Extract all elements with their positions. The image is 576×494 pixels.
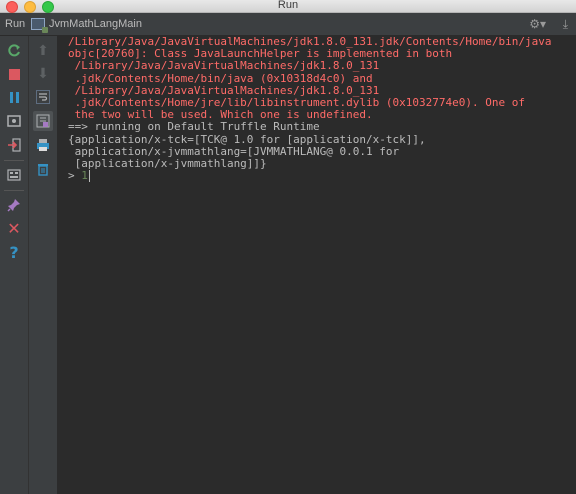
- window-titlebar: Run: [0, 0, 576, 13]
- console-error-line: /Library/Java/JavaVirtualMachines/jdk1.8…: [68, 59, 380, 73]
- run-toolbar-secondary: ⬆ ⬇: [29, 36, 58, 494]
- layout-icon[interactable]: [4, 165, 24, 185]
- hide-panel-icon[interactable]: ⤓: [563, 17, 568, 32]
- scroll-to-end-icon[interactable]: [33, 111, 53, 131]
- trash-icon[interactable]: [33, 159, 53, 179]
- console-input-line[interactable]: > 1: [58, 169, 576, 183]
- close-icon[interactable]: ✕: [4, 219, 24, 239]
- toolbar-divider: [4, 160, 24, 161]
- rerun-icon[interactable]: [4, 41, 24, 61]
- down-arrow-icon[interactable]: ⬇: [33, 64, 53, 84]
- console-output-line: [application/x-jvmmathlang]]}: [68, 157, 267, 171]
- settings-gear-icon[interactable]: ⚙▾: [529, 17, 546, 31]
- console-output-line: {application/x-tck=[TCK@ 1.0 for [applic…: [68, 132, 426, 146]
- toolbar-divider: [4, 190, 24, 191]
- exit-icon[interactable]: [4, 135, 24, 155]
- application-config-icon: [31, 18, 48, 33]
- console-error-line: .jdk/Contents/Home/bin/java (0x10318d4c0…: [68, 71, 373, 85]
- dump-threads-icon[interactable]: [4, 111, 24, 131]
- run-toolbar-primary: ✕ ?: [0, 36, 29, 494]
- pause-icon[interactable]: [4, 87, 24, 107]
- stop-icon[interactable]: [4, 64, 24, 84]
- window-title: Run: [277, 0, 299, 11]
- text-caret: [88, 170, 90, 183]
- soft-wrap-icon[interactable]: [33, 87, 53, 107]
- console-output[interactable]: /Library/Java/JavaVirtualMachines/jdk1.8…: [58, 36, 576, 494]
- up-arrow-icon[interactable]: ⬆: [33, 41, 53, 61]
- run-tool-label: Run: [5, 18, 26, 30]
- pin-tab-icon[interactable]: [4, 195, 24, 215]
- console-input-value[interactable]: 1: [81, 170, 88, 182]
- run-config-tab[interactable]: JvmMathLangMain: [27, 16, 146, 33]
- help-icon[interactable]: ?: [4, 243, 24, 263]
- console-prompt: >: [68, 169, 82, 183]
- run-tool-header: Run JvmMathLangMain ⚙▾ ⤓: [0, 13, 576, 36]
- run-config-label: JvmMathLangMain: [49, 18, 142, 30]
- console-output-line: ==> running on Default Truffle Runtime: [68, 120, 320, 134]
- print-icon[interactable]: [33, 135, 53, 155]
